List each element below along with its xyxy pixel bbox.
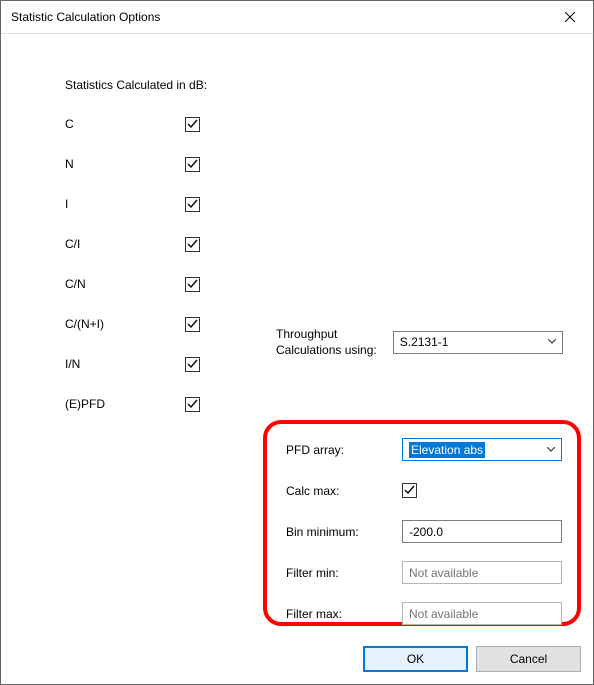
check-icon — [187, 239, 198, 250]
ok-button-label: OK — [407, 652, 424, 666]
pfd-array-row: PFD array: Elevation abs — [286, 438, 574, 461]
cancel-button[interactable]: Cancel — [476, 646, 581, 672]
ok-button[interactable]: OK — [363, 646, 468, 672]
pfd-panel: PFD array: Elevation abs Calc max: Bin m… — [286, 438, 574, 625]
checkbox-ci[interactable] — [185, 237, 200, 252]
filter-min-input — [402, 561, 562, 584]
check-icon — [187, 199, 198, 210]
stat-label: C/I — [65, 237, 185, 251]
checkbox-calc-max[interactable] — [402, 483, 417, 498]
check-icon — [187, 399, 198, 410]
filter-max-input — [402, 602, 562, 625]
throughput-label-line2: Calculations using: — [276, 343, 377, 357]
client-area: Statistics Calculated in dB: C N I — [1, 34, 593, 684]
checkbox-c[interactable] — [185, 117, 200, 132]
check-icon — [187, 119, 198, 130]
cancel-button-label: Cancel — [510, 652, 547, 666]
calc-max-row: Calc max: — [286, 479, 574, 502]
stat-row-n: N — [65, 154, 581, 174]
bin-min-label: Bin minimum: — [286, 525, 402, 539]
pfd-array-label: PFD array: — [286, 443, 402, 457]
check-icon — [187, 159, 198, 170]
dialog-window: Statistic Calculation Options Statistics… — [0, 0, 594, 685]
throughput-select-value: S.2131-1 — [400, 335, 449, 349]
filter-min-label: Filter min: — [286, 566, 402, 580]
check-icon — [187, 359, 198, 370]
calc-max-label: Calc max: — [286, 484, 402, 498]
checkbox-in[interactable] — [185, 357, 200, 372]
stat-label: N — [65, 157, 185, 171]
stats-list: C N I C/I — [65, 114, 581, 414]
close-button[interactable] — [547, 2, 593, 32]
checkbox-cni[interactable] — [185, 317, 200, 332]
checkbox-i[interactable] — [185, 197, 200, 212]
check-icon — [404, 485, 415, 496]
checkbox-n[interactable] — [185, 157, 200, 172]
stat-row-c: C — [65, 114, 581, 134]
stat-label: C/(N+I) — [65, 317, 185, 331]
pfd-array-value: Elevation abs — [409, 443, 485, 457]
throughput-label-line1: Throughput — [276, 327, 337, 341]
section-heading: Statistics Calculated in dB: — [65, 78, 581, 92]
throughput-block: Throughput Calculations using: S.2131-1 — [276, 326, 576, 358]
stat-row-ci: C/I — [65, 234, 581, 254]
stat-label: I — [65, 197, 185, 211]
stat-label: I/N — [65, 357, 185, 371]
filter-min-row: Filter min: — [286, 561, 574, 584]
stat-label: C — [65, 117, 185, 131]
filter-max-label: Filter max: — [286, 607, 402, 621]
filter-max-row: Filter max: — [286, 602, 574, 625]
throughput-label: Throughput Calculations using: — [276, 326, 377, 358]
pfd-array-select[interactable]: Elevation abs — [402, 438, 562, 461]
chevron-down-icon — [543, 447, 559, 453]
stat-label: C/N — [65, 277, 185, 291]
close-icon — [565, 12, 575, 22]
checkbox-cn[interactable] — [185, 277, 200, 292]
stat-label: (E)PFD — [65, 397, 185, 411]
bin-min-row: Bin minimum: — [286, 520, 574, 543]
throughput-select[interactable]: S.2131-1 — [393, 331, 563, 354]
check-icon — [187, 319, 198, 330]
chevron-down-icon — [544, 339, 560, 345]
window-title: Statistic Calculation Options — [11, 10, 160, 24]
stat-row-epfd: (E)PFD — [65, 394, 581, 414]
check-icon — [187, 279, 198, 290]
titlebar: Statistic Calculation Options — [1, 1, 593, 34]
bin-min-input[interactable] — [402, 520, 562, 543]
checkbox-epfd[interactable] — [185, 397, 200, 412]
stat-row-i: I — [65, 194, 581, 214]
stat-row-cn: C/N — [65, 274, 581, 294]
dialog-buttons: OK Cancel — [363, 646, 581, 672]
